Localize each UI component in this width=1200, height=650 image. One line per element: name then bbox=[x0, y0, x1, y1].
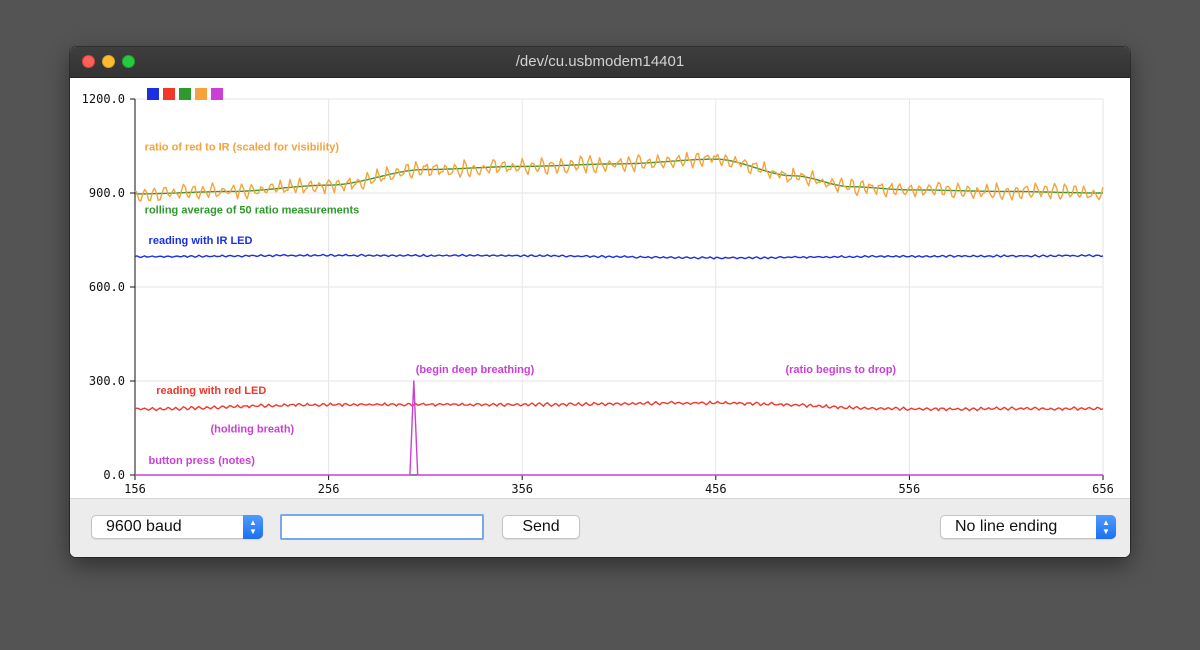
y-tick-label: 300.0 bbox=[89, 374, 125, 388]
legend-swatch bbox=[179, 88, 191, 100]
y-tick-label: 0.0 bbox=[103, 468, 125, 482]
window-title: /dev/cu.usbmodem14401 bbox=[515, 53, 685, 70]
message-input[interactable] bbox=[280, 514, 484, 540]
y-tick-label: 900.0 bbox=[89, 186, 125, 200]
annotation-label: (holding breath) bbox=[211, 424, 295, 436]
annotation-label: (ratio begins to drop) bbox=[785, 364, 896, 376]
baud-rate-value: 9600 baud bbox=[106, 518, 182, 535]
serial-plot: 0.0 300.0 600.0 900.0 1200.0 156 256 356 456 556 6… bbox=[82, 88, 1114, 496]
bottom-toolbar: 9600 baud ▲ ▼ Send No line ending ▲ ▼ bbox=[70, 498, 1130, 557]
legend-swatch bbox=[147, 88, 159, 100]
updown-chevron-icon: ▲ ▼ bbox=[243, 515, 263, 539]
y-tick-label: 1200.0 bbox=[82, 92, 125, 106]
send-button[interactable]: Send bbox=[502, 515, 580, 539]
annotation-label: button press (notes) bbox=[149, 455, 256, 467]
grid bbox=[134, 98, 1104, 476]
annotation-label: reading with IR LED bbox=[149, 235, 253, 247]
series-line-2 bbox=[134, 400, 1104, 412]
plot-area: 0.0 300.0 600.0 900.0 1200.0 156 256 356 456 556 6… bbox=[70, 78, 1130, 498]
line-ending-value: No line ending bbox=[955, 518, 1058, 535]
x-tick-label: 456 bbox=[705, 482, 727, 496]
legend-swatch bbox=[195, 88, 207, 100]
x-tick-label: 556 bbox=[899, 482, 921, 496]
updown-chevron-icon: ▲ ▼ bbox=[1096, 515, 1116, 539]
x-tick-label: 156 bbox=[124, 482, 146, 496]
baud-rate-select[interactable]: 9600 baud ▲ ▼ bbox=[91, 515, 263, 539]
x-tick-label: 656 bbox=[1092, 482, 1114, 496]
x-tick-label: 356 bbox=[511, 482, 533, 496]
line-ending-select[interactable]: No line ending ▲ ▼ bbox=[940, 515, 1116, 539]
legend-swatch bbox=[163, 88, 175, 100]
legend bbox=[147, 88, 223, 100]
annotation-label: (begin deep breathing) bbox=[416, 364, 535, 376]
y-tick-label: 600.0 bbox=[89, 280, 125, 294]
legend-swatch bbox=[211, 88, 223, 100]
annotation-label: rolling average of 50 ratio measurements bbox=[145, 204, 360, 216]
series-line-1 bbox=[134, 253, 1104, 260]
title-bar[interactable]: /dev/cu.usbmodem14401 bbox=[70, 47, 1130, 78]
annotation-label: reading with red LED bbox=[156, 385, 266, 397]
annotation-label: ratio of red to IR (scaled for visibilit… bbox=[145, 142, 340, 154]
series-line-4 bbox=[134, 151, 1104, 202]
x-tick-label: 256 bbox=[318, 482, 340, 496]
serial-plotter-window: /dev/cu.usbmodem14401 0.0 300.0 600.0 900.0… bbox=[70, 47, 1130, 557]
series-line-3 bbox=[135, 158, 1103, 195]
